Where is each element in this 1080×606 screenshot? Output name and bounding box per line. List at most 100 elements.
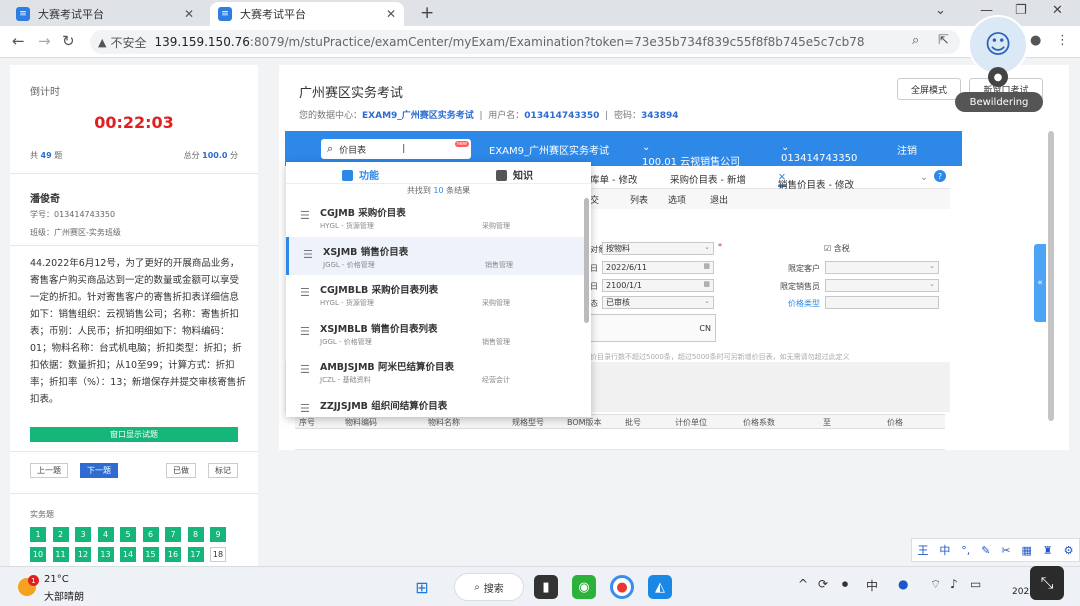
windows-start-icon[interactable]: ⊞ [410, 575, 434, 599]
ime-lang-icon[interactable]: 中 [939, 542, 950, 558]
browser-tab-2[interactable]: ≡ 大赛考试平台 ✕ [210, 2, 404, 26]
ime-punct-icon[interactable]: °, [961, 544, 970, 557]
toolbar-list[interactable]: 列表 [630, 193, 648, 206]
page-scrollbar[interactable] [1048, 131, 1054, 421]
window-close-icon[interactable]: ✕ [1052, 3, 1063, 18]
question-number[interactable]: 16 [165, 547, 181, 562]
mark-button[interactable]: 标记 [208, 463, 238, 478]
chevron-up-icon[interactable]: ^ [798, 577, 808, 591]
close-icon[interactable]: ✕ [386, 7, 396, 21]
question-number[interactable]: 5 [120, 527, 136, 542]
salesperson-select[interactable]: ⌄ [825, 279, 939, 292]
ime-logo-icon[interactable]: 王 [917, 542, 928, 558]
search-result-item[interactable]: ☰ CGJMBLB 采购价目表列表 HYGL - 货源管理 采购管理 [286, 275, 584, 313]
erp-logout[interactable]: 注销 [897, 142, 917, 157]
tab-function[interactable]: 功能 [342, 167, 379, 182]
sync-icon[interactable]: ⟳ [818, 577, 828, 591]
side-collapse-tab[interactable]: « [1034, 244, 1046, 322]
settings-icon[interactable]: ⚙ [1064, 544, 1074, 557]
question-number[interactable]: 14 [120, 547, 136, 562]
question-number[interactable]: 7 [165, 527, 181, 542]
scissors-icon[interactable]: ✂ [1001, 544, 1010, 557]
question-number[interactable]: 11 [52, 547, 69, 562]
search-result-item[interactable]: ☰ AMBJSJMB 阿米巴结算价目表 JCZL - 基础资料 经营会计 [286, 352, 584, 390]
weather-widget[interactable]: 1 21°C 大部晴朗 [18, 573, 118, 603]
search-result-item[interactable]: ☰ XSJMBLB 销售价目表列表 JGGL - 价格管理 销售管理 [286, 314, 584, 352]
wechat-icon[interactable]: ◉ [572, 575, 596, 599]
done-button[interactable]: 已做 [166, 463, 196, 478]
ime-logo-icon[interactable]: ● [898, 577, 908, 591]
tab-knowledge[interactable]: 知识 [496, 167, 533, 182]
fullscreen-button[interactable]: 全屏模式 [897, 78, 961, 100]
zoom-icon[interactable]: ⌕ [912, 33, 919, 48]
question-number[interactable]: 12 [75, 547, 91, 562]
chevron-down-icon[interactable]: ⌄ [935, 3, 946, 18]
toolbar-exit[interactable]: 退出 [710, 193, 728, 206]
next-question-button[interactable]: 下一题 [80, 463, 118, 478]
menu-search-input[interactable]: ⌕ 价目表 | new [321, 139, 471, 159]
ime-indicator-icon[interactable]: 中 [866, 577, 878, 594]
erp-org-select[interactable]: 100.01 云视销售公司 ⌄ [642, 142, 740, 168]
help-icon[interactable]: ? [934, 170, 946, 182]
microphone-icon[interactable]: ⏺ [842, 577, 848, 592]
erp-datacenter[interactable]: EXAM9_广州赛区实务考试 [489, 142, 609, 157]
grid-icon[interactable]: ▦ [1022, 544, 1032, 557]
erp-tab-active[interactable]: 销售价目表 - 修改 ✕ [778, 172, 854, 191]
profile-icon[interactable]: ● [1030, 33, 1041, 48]
wifi-icon[interactable]: ⌔ [930, 577, 941, 592]
question-number[interactable]: 6 [142, 527, 159, 542]
currency-field[interactable]: CN [590, 314, 716, 342]
toolbar-submit[interactable]: 交 [590, 193, 599, 206]
tax-checkbox[interactable]: ☑ 含税 [824, 243, 850, 254]
effective-date-input[interactable]: 2022/6/11 ▦ [602, 261, 714, 274]
avatar[interactable]: ☺ [968, 15, 1028, 75]
customer-select[interactable]: ⌄ [825, 261, 939, 274]
question-number[interactable]: 9 [210, 527, 226, 542]
taskview-icon[interactable]: ▮ [534, 575, 558, 599]
prev-question-button[interactable]: 上一题 [30, 463, 68, 478]
shirt-icon[interactable]: ♜ [1043, 544, 1053, 557]
question-number[interactable]: 15 [142, 547, 159, 562]
chrome-icon[interactable]: ● [610, 575, 634, 599]
close-icon[interactable]: ✕ [184, 7, 194, 21]
question-number[interactable]: 2 [52, 527, 69, 542]
pen-icon[interactable]: ✎ [981, 544, 990, 557]
erp-tab[interactable]: 库单 - 修改 [590, 172, 637, 186]
question-number[interactable]: 17 [187, 547, 204, 562]
chevron-down-icon[interactable]: ⌄ [920, 172, 928, 183]
search-result-item[interactable]: ☰ CGJMB 采购价目表 HYGL - 货源管理 采购管理 [286, 198, 584, 236]
maximize-icon[interactable]: ❐ [1015, 3, 1027, 18]
pricing-object-select[interactable]: 按物料 ⌄ [602, 242, 714, 255]
screen-capture-icon[interactable]: ⤡ [1030, 566, 1064, 600]
question-number[interactable]: 1 [30, 527, 46, 542]
app-icon[interactable]: ◭ [648, 575, 672, 599]
url-input[interactable]: ▲ 不安全 139.159.150.76:8079/m/stuPractice/… [90, 30, 960, 54]
search-result-item[interactable]: ☰ XSJMB 销售价目表 JGGL - 价格管理 销售管理 [286, 236, 584, 275]
erp-tab[interactable]: 采购价目表 - 新增 [670, 172, 746, 186]
forward-icon[interactable]: → [38, 32, 51, 50]
status-select[interactable]: 已审核 ⌄ [602, 296, 714, 309]
question-number[interactable]: 13 [97, 547, 114, 562]
menu-kebab-icon[interactable]: ⋮ [1056, 33, 1069, 48]
reload-icon[interactable]: ↻ [62, 32, 75, 50]
question-number[interactable]: 10 [30, 547, 46, 562]
question-number[interactable]: 18 [210, 547, 226, 562]
question-number[interactable]: 3 [75, 527, 91, 542]
taskbar-search[interactable]: ⌕ 搜索 [454, 573, 524, 601]
new-tab-button[interactable]: + [420, 3, 434, 23]
browser-tab-1[interactable]: ≡ 大赛考试平台 ✕ [8, 2, 202, 26]
share-icon[interactable]: ⇱ [938, 33, 949, 48]
toolbar-options[interactable]: 选项 [668, 193, 686, 206]
question-number[interactable]: 4 [97, 527, 114, 542]
price-type-select[interactable] [825, 296, 939, 309]
microphone-icon[interactable]: ● [988, 67, 1008, 87]
volume-icon[interactable]: ♪ [950, 577, 958, 591]
battery-icon[interactable]: ▭ [970, 577, 981, 591]
back-icon[interactable]: ← [12, 32, 25, 50]
dropdown-scrollbar[interactable] [584, 198, 589, 323]
question-number[interactable]: 8 [187, 527, 204, 542]
search-result-item[interactable]: ☰ ZZJJSJMB 组织间结算价目表 [286, 391, 584, 418]
erp-user-menu[interactable]: 013414743350 ⌄ [781, 142, 857, 164]
grid-row[interactable] [295, 430, 945, 450]
window-display-button[interactable]: 窗口显示试题 [30, 427, 238, 442]
